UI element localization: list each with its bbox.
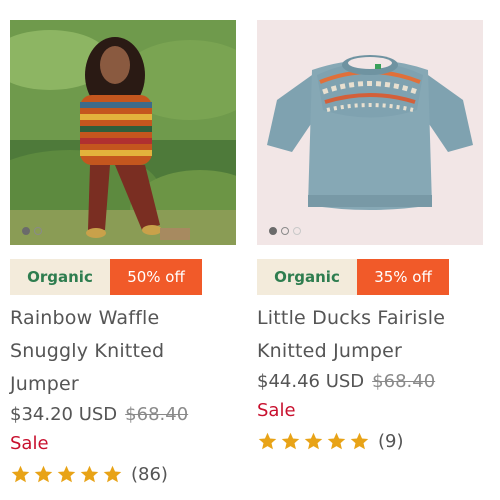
star-icon [34, 465, 53, 483]
product-title[interactable]: Rainbow Waffle Snuggly Knitted Jumper [10, 302, 236, 401]
sale-price: $44.46 USD [257, 371, 365, 392]
organic-badge: Organic [257, 259, 357, 295]
child-in-striped-jumper-photo [10, 20, 236, 245]
carousel-dot[interactable] [293, 227, 301, 235]
sale-label: Sale [10, 433, 49, 454]
carousel-dots [22, 227, 42, 235]
badge-row: Organic 50% off [10, 259, 236, 295]
carousel-dot-active[interactable] [22, 227, 30, 235]
star-icon [327, 432, 346, 450]
product-image[interactable] [10, 20, 236, 245]
product-card[interactable]: Organic 35% off Little Ducks Fairisle Kn… [257, 20, 483, 452]
organic-badge: Organic [10, 259, 110, 295]
star-rating [257, 431, 370, 452]
price-row: $34.20 USD $68.40 [10, 404, 236, 425]
review-count[interactable]: (9) [378, 431, 404, 452]
product-title-line[interactable]: Little Ducks Fairisle [257, 302, 483, 335]
star-icon [281, 432, 300, 450]
sale-label: Sale [257, 400, 296, 421]
star-rating [10, 464, 123, 485]
star-icon [80, 465, 99, 483]
carousel-dot-active[interactable] [269, 227, 277, 235]
product-title-line[interactable]: Knitted Jumper [257, 335, 483, 368]
review-count[interactable]: (86) [131, 464, 168, 485]
sale-price: $34.20 USD [10, 404, 118, 425]
compare-price: $68.40 [125, 404, 189, 425]
product-title-line[interactable]: Rainbow Waffle [10, 302, 236, 335]
star-icon [304, 432, 323, 450]
carousel-dot[interactable] [34, 227, 42, 235]
star-icon [103, 465, 122, 483]
rating-row[interactable]: (9) [257, 431, 483, 452]
price-row: $44.46 USD $68.40 [257, 371, 483, 392]
carousel-dots [269, 227, 301, 235]
product-image[interactable] [257, 20, 483, 245]
star-icon [57, 465, 76, 483]
product-title-line[interactable]: Snuggly Knitted Jumper [10, 335, 236, 401]
carousel-dot[interactable] [281, 227, 289, 235]
rating-row[interactable]: (86) [10, 464, 236, 485]
discount-badge: 50% off [110, 259, 202, 295]
discount-badge: 35% off [357, 259, 449, 295]
compare-price: $68.40 [372, 371, 436, 392]
badge-row: Organic 35% off [257, 259, 483, 295]
product-title[interactable]: Little Ducks Fairisle Knitted Jumper [257, 302, 483, 368]
product-card[interactable]: Organic 50% off Rainbow Waffle Snuggly K… [10, 20, 236, 485]
star-icon [258, 432, 277, 450]
star-icon [11, 465, 30, 483]
blue-fairisle-jumper-photo [257, 20, 483, 245]
star-icon [350, 432, 369, 450]
